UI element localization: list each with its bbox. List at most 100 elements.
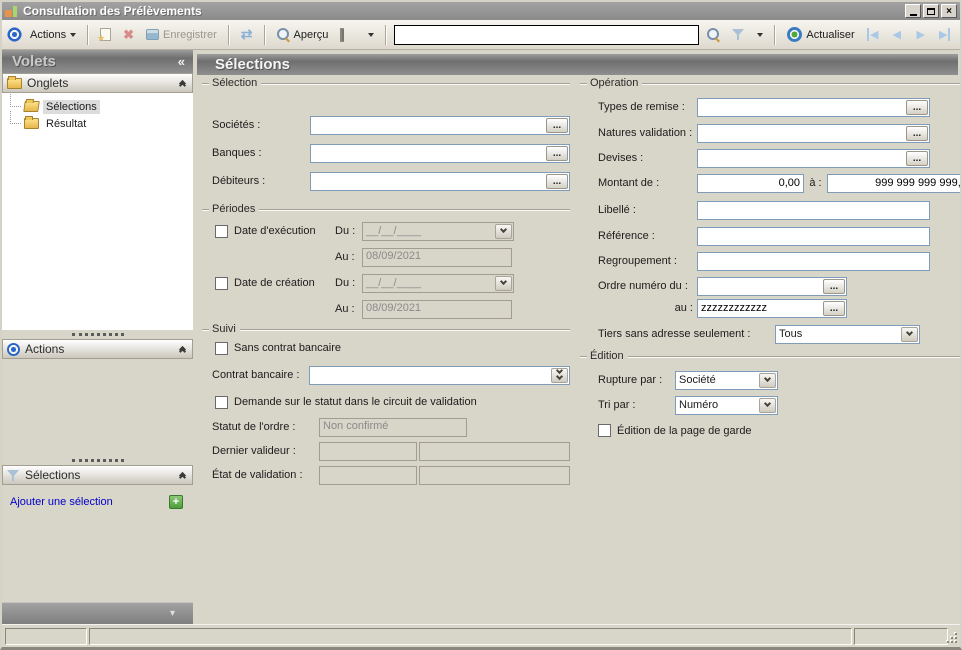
tree-item-resultat[interactable]: Résultat	[2, 111, 193, 132]
add-selection-link[interactable]: Ajouter une sélection	[10, 496, 113, 508]
chevron-down-icon[interactable]	[495, 275, 512, 291]
row-devises: Devises : ...	[580, 148, 960, 168]
print-dropdown-button[interactable]	[364, 31, 378, 39]
page-title-bar: Sélections	[197, 54, 958, 75]
toolbar: Actions ✖ Enregistrer ⇄ Aperçu Actualise…	[2, 20, 960, 50]
group-label: Édition	[590, 350, 624, 362]
filter-dropdown-button[interactable]	[753, 31, 767, 39]
sidebar-title: Volets	[12, 53, 56, 70]
delete-button[interactable]: ✖	[119, 26, 138, 43]
nav-previous-button[interactable]: ◀	[887, 26, 907, 44]
tree-item-selections[interactable]: Sélections	[2, 94, 193, 115]
types-remise-browse-button[interactable]: ...	[906, 99, 928, 115]
chevron-down-icon[interactable]	[901, 326, 918, 342]
row-libelle: Libellé :	[580, 200, 960, 220]
statut-ordre-field: Non confirmé	[319, 417, 467, 437]
natures-validation-input[interactable]	[698, 124, 905, 142]
row-rupture-par: Rupture par : Société	[580, 370, 960, 390]
print-button[interactable]	[336, 27, 360, 43]
minimize-icon	[909, 13, 917, 16]
add-selection-button[interactable]: +	[169, 495, 183, 509]
collapse-sidebar-button[interactable]: «	[178, 54, 185, 69]
debiteurs-browse-button[interactable]: ...	[546, 173, 568, 189]
group-label: Périodes	[212, 203, 256, 215]
page-garde-checkbox[interactable]	[598, 424, 611, 437]
row-reference: Référence :	[580, 226, 960, 246]
section-header-actions[interactable]: Actions	[2, 339, 193, 359]
banques-input[interactable]	[311, 144, 545, 162]
preview-button[interactable]: Aperçu	[273, 26, 333, 43]
chevron-down-icon[interactable]	[759, 372, 776, 388]
ordre-numero-au-browse-button[interactable]: ...	[823, 300, 845, 316]
double-chevron-down-icon[interactable]	[551, 366, 568, 383]
debiteurs-input[interactable]	[311, 172, 545, 190]
nav-first-button[interactable]: ◀	[863, 26, 883, 44]
row-ordre-numero: Ordre numéro du : ...	[580, 276, 960, 296]
search-button[interactable]	[703, 26, 724, 43]
maximize-button[interactable]	[923, 4, 939, 18]
section-header-onglets[interactable]: Onglets	[2, 73, 193, 93]
nav-last-button[interactable]: ▶	[935, 26, 955, 44]
new-document-icon	[97, 28, 112, 44]
contrat-bancaire-combo[interactable]	[309, 365, 570, 385]
ordre-numero-au-input[interactable]	[698, 299, 822, 317]
save-button[interactable]: Enregistrer	[142, 27, 221, 43]
sidebar-splitter[interactable]	[2, 330, 193, 339]
rupture-par-combo[interactable]: Société	[675, 370, 778, 390]
new-button[interactable]	[96, 26, 115, 44]
sidebar-splitter[interactable]	[2, 456, 193, 465]
chevron-down-icon	[70, 32, 77, 37]
selections-section-icon	[7, 469, 20, 482]
sync-button[interactable]: ⇄	[237, 24, 257, 45]
sidebar-header: Volets «	[2, 50, 193, 73]
date-creation-du-combo[interactable]: __/__/____	[362, 273, 514, 293]
row-contrat-bancaire: Contrat bancaire :	[202, 365, 570, 385]
refresh-button[interactable]: Actualiser	[783, 25, 858, 44]
montant-max-input[interactable]	[828, 174, 960, 192]
montant-min-input[interactable]	[698, 174, 803, 192]
sans-contrat-checkbox[interactable]	[215, 341, 228, 355]
societes-input[interactable]	[311, 116, 545, 134]
minimize-button[interactable]	[905, 4, 921, 18]
ordre-numero-du-input[interactable]	[698, 277, 822, 295]
actions-icon	[7, 27, 22, 42]
date-creation-checkbox[interactable]	[215, 276, 228, 290]
resize-grip[interactable]	[947, 633, 957, 643]
date-execution-checkbox[interactable]	[215, 224, 228, 238]
tiers-sans-adresse-combo[interactable]: Tous	[775, 324, 920, 344]
chevron-down-icon	[757, 32, 764, 37]
tabs-tree: Sélections Résultat	[2, 93, 193, 330]
devises-input[interactable]	[698, 149, 905, 167]
chevron-down-icon[interactable]	[759, 397, 776, 413]
regroupement-input[interactable]	[698, 252, 929, 270]
row-date-execution-au: Au : 08/09/2021	[202, 247, 570, 267]
natures-validation-browse-button[interactable]: ...	[906, 125, 928, 141]
actions-menu-button[interactable]: Actions	[26, 27, 80, 43]
demande-statut-checkbox[interactable]	[215, 395, 228, 409]
search-input[interactable]	[394, 24, 700, 45]
group-label: Opération	[590, 77, 639, 89]
ordre-numero-du-browse-button[interactable]: ...	[823, 278, 845, 294]
devises-browse-button[interactable]: ...	[906, 150, 928, 166]
collapse-section-icon	[178, 471, 187, 482]
societes-browse-button[interactable]: ...	[546, 117, 568, 133]
folder-icon	[7, 75, 22, 89]
banques-browse-button[interactable]: ...	[546, 145, 568, 161]
row-statut-ordre: Statut de l'ordre : Non confirmé	[202, 417, 570, 437]
tri-par-combo[interactable]: Numéro	[675, 395, 778, 415]
section-header-selections[interactable]: Sélections	[2, 465, 193, 485]
reference-input[interactable]	[698, 227, 929, 245]
folder-icon	[24, 116, 39, 129]
chevron-down-icon[interactable]	[495, 223, 512, 239]
row-tri-par: Tri par : Numéro	[580, 395, 960, 415]
toolbar-separator	[263, 24, 266, 45]
close-icon: ×	[946, 5, 952, 17]
status-panel-2	[89, 628, 852, 645]
footer-arrow-icon[interactable]: ▾	[170, 608, 175, 619]
libelle-input[interactable]	[698, 201, 929, 219]
date-execution-du-combo[interactable]: __/__/____	[362, 221, 514, 241]
filter-button[interactable]	[728, 26, 749, 43]
close-button[interactable]: ×	[941, 4, 957, 18]
nav-next-button[interactable]: ▶	[911, 26, 931, 44]
types-remise-input[interactable]	[698, 98, 905, 116]
